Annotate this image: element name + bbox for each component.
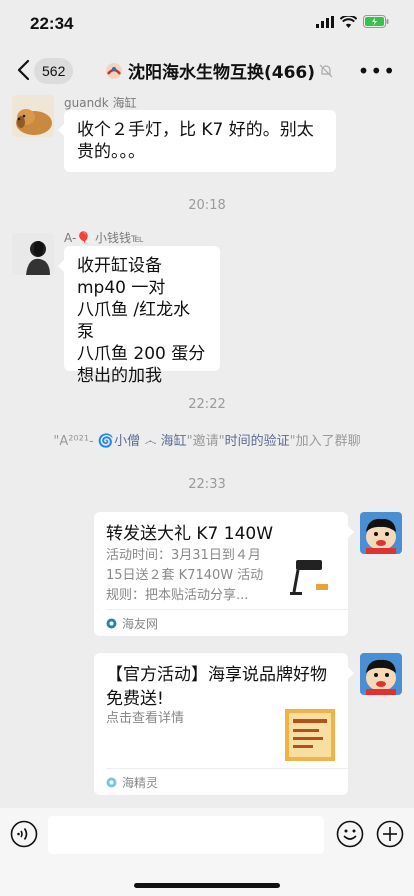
card-title: 【官方活动】海享说品牌好物免费送! [106, 665, 327, 709]
sender-name: guandk 海缸 [64, 96, 137, 110]
voice-input-icon[interactable] [10, 820, 38, 848]
unread-count-badge[interactable]: 562 [34, 58, 74, 84]
timestamp: 22:22 [188, 397, 226, 412]
card-source: 海友网 [106, 609, 348, 636]
system-text: "加入了群聊 [289, 434, 361, 449]
cartoon-avatar-image [360, 653, 402, 695]
link-card[interactable]: 转发送大礼 K7 140W 活动时间：3月31日到４月15日送２套 K7140W… [94, 512, 354, 636]
message-bubble[interactable]: 收开缸设备 mp40 一对 八爪鱼 /红龙水泵 八爪鱼 200 蛋分 想出的加我 [58, 246, 220, 386]
wifi-icon [340, 15, 357, 28]
emoji-icon[interactable] [336, 820, 364, 848]
status-icons [316, 15, 390, 28]
more-options-button[interactable]: ••• [358, 61, 396, 81]
signal-icon [316, 15, 334, 28]
back-arrow-icon[interactable] [14, 58, 36, 82]
battery-icon [363, 15, 389, 28]
card-description: 点击查看详情 [106, 711, 185, 726]
card-source-name: 海精灵 [122, 775, 159, 790]
card-source: 海精灵 [106, 768, 348, 795]
card-source-name: 海友网 [122, 616, 159, 631]
source-icon [106, 618, 117, 628]
avatar[interactable] [360, 653, 402, 695]
link-card[interactable]: 【官方活动】海享说品牌好物免费送! 点击查看详情 海精灵 [94, 653, 354, 795]
system-text: "A²⁰²¹- [53, 434, 98, 449]
status-time: 22:34 [30, 14, 74, 33]
group-emblem-icon [106, 62, 122, 79]
chat-title-group[interactable]: 沈阳海水生物互换(466) [104, 58, 333, 83]
card-description: 活动时间：3月31日到４月15日送２套 K7140W 活动规则：把本贴活动分享.… [106, 548, 264, 603]
promo-thumbnail-image [285, 709, 335, 761]
system-message: "A²⁰²¹- 🌀小僧 ෴ 海缸"邀请"时间的验证"加入了群聊 [0, 430, 414, 449]
avatar[interactable] [12, 95, 54, 137]
cartoon-avatar-image [360, 512, 402, 554]
invitee-name[interactable]: 时间的验证 [225, 434, 290, 449]
status-bar: 22:34 [0, 0, 414, 48]
add-icon[interactable] [376, 820, 404, 848]
timestamp: 22:33 [188, 477, 226, 492]
home-indicator [134, 883, 280, 888]
person-avatar-image [12, 233, 54, 275]
message-bubble[interactable]: 收个２手灯，比 K7 好的。别太贵的。。。 [58, 110, 336, 172]
message-input[interactable] [48, 816, 324, 854]
dog-avatar-image [12, 95, 54, 137]
mute-bell-icon [319, 64, 333, 77]
avatar[interactable] [360, 512, 402, 554]
chat-title: 沈阳海水生物互换(466) [128, 63, 316, 83]
system-text: "邀请" [186, 434, 225, 449]
chat-header: 562 沈阳海水生物互换(466) ••• [0, 48, 414, 94]
lamp-thumbnail-image [286, 552, 334, 600]
source-icon [106, 777, 117, 787]
timestamp: 20:18 [188, 198, 226, 213]
avatar[interactable] [12, 233, 54, 275]
card-title: 转发送大礼 K7 140W [106, 524, 274, 544]
inviter-name[interactable]: 🌀小僧 ෴ 海缸 [98, 434, 187, 449]
sender-name: A-🎈 小钱钱℡ [64, 231, 144, 245]
